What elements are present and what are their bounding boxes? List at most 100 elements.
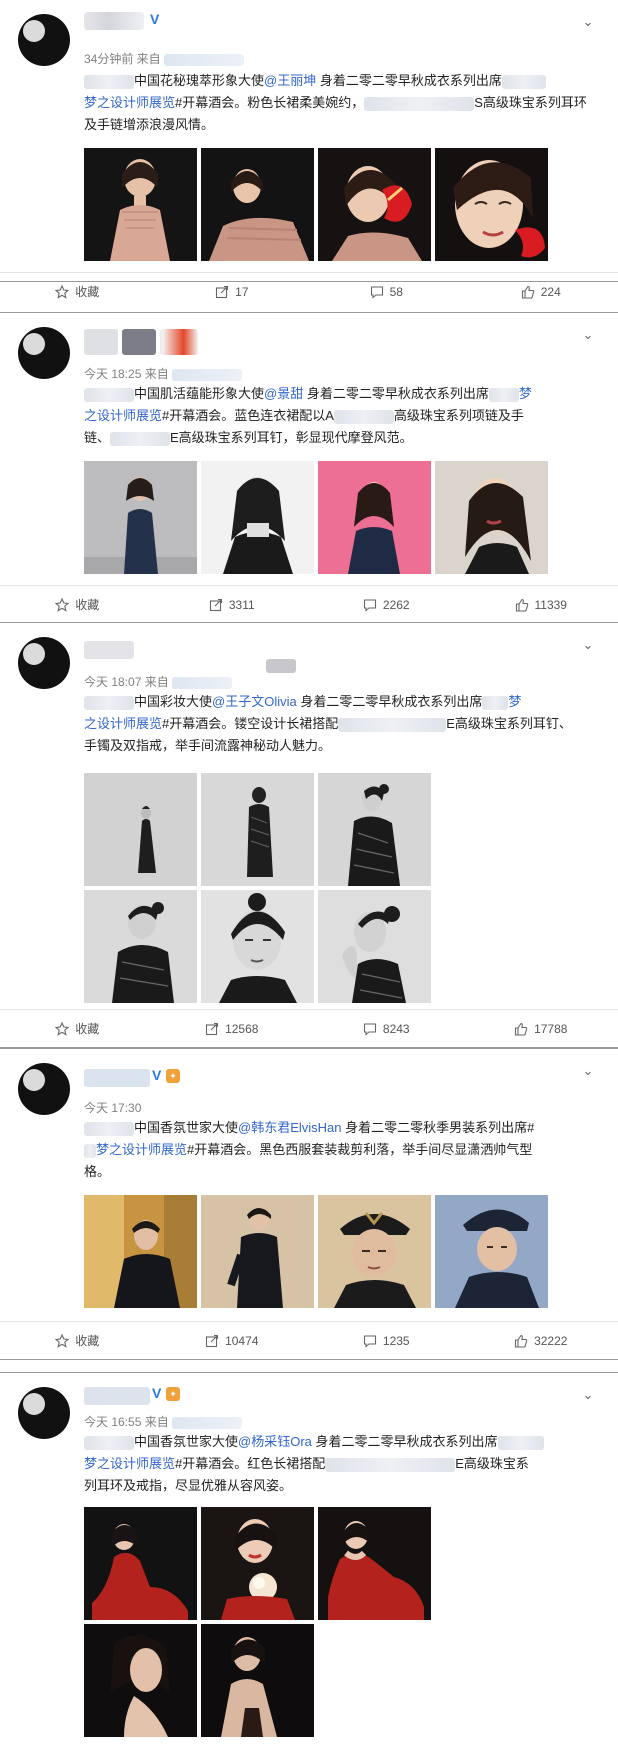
- repost-button[interactable]: 10474: [155, 1322, 310, 1359]
- username-redacted: [122, 329, 156, 355]
- photo[interactable]: [318, 148, 431, 261]
- avatar[interactable]: [18, 637, 70, 689]
- text-segment: 身着二零二零秋季男装系列出席#: [341, 1120, 535, 1135]
- photo[interactable]: [84, 1624, 197, 1737]
- feed-post-4: V ✦ ⌄ 今天 17:30 中国香氛世家大使@韩东君ElvisHan 身着二零…: [0, 1048, 618, 1360]
- photo[interactable]: [201, 148, 314, 261]
- photo[interactable]: [201, 890, 314, 1003]
- photo-grid: [84, 773, 431, 1003]
- photo[interactable]: [318, 1195, 431, 1308]
- repost-icon: [215, 285, 229, 299]
- star-icon: [55, 1021, 70, 1036]
- comment-button[interactable]: 8243: [309, 1010, 464, 1047]
- feed-post-3: ⌄ 今天 18:07 来自 中国彩妆大使@王子文Olivia 身着二零二零早秋成…: [0, 622, 618, 1048]
- favorite-button[interactable]: 收藏: [0, 1322, 155, 1359]
- like-button[interactable]: 224: [464, 273, 618, 310]
- avatar[interactable]: [18, 1063, 70, 1115]
- favorite-label: 收藏: [75, 598, 100, 612]
- photo[interactable]: [201, 773, 314, 886]
- repost-icon: [205, 1022, 219, 1036]
- comment-count: 1235: [382, 1333, 410, 1348]
- comment-button[interactable]: 58: [309, 273, 464, 310]
- favorite-label: 收藏: [75, 285, 100, 299]
- comment-icon: [363, 1022, 377, 1036]
- photo-grid: [84, 148, 548, 261]
- comment-button[interactable]: 1235: [309, 1322, 464, 1359]
- avatar[interactable]: [18, 1387, 70, 1439]
- chevron-down-icon[interactable]: ⌄: [580, 1388, 596, 1401]
- like-count: 224: [540, 284, 561, 299]
- hashtag-link[interactable]: 之设计师展览: [84, 408, 162, 423]
- photo[interactable]: [318, 1507, 431, 1620]
- action-bar: 收藏 10474 1235 32222: [0, 1321, 618, 1359]
- comment-button[interactable]: 2262: [309, 586, 464, 623]
- photo[interactable]: [84, 461, 197, 574]
- chevron-down-icon[interactable]: ⌄: [580, 638, 596, 651]
- username-redacted[interactable]: [84, 641, 134, 659]
- favorite-button[interactable]: 收藏: [0, 1010, 155, 1047]
- chevron-down-icon[interactable]: ⌄: [580, 328, 596, 341]
- mention-link[interactable]: @景甜: [264, 386, 303, 401]
- repost-button[interactable]: 3311: [155, 586, 310, 623]
- mention-link[interactable]: @王丽坤: [264, 73, 316, 88]
- photo[interactable]: [435, 148, 548, 261]
- post-text: 中国彩妆大使@王子文Olivia 身着二零二零早秋成衣系列出席 梦之设计师展览#开…: [84, 691, 596, 757]
- avatar[interactable]: [18, 327, 70, 379]
- avatar[interactable]: [18, 14, 70, 66]
- text-segment: 身着二零二零早秋成衣系列出席: [303, 386, 489, 401]
- timestamp: 今天 18:25 来自: [84, 367, 169, 381]
- hashtag-link[interactable]: 梦之设计师展览: [84, 95, 175, 110]
- hashtag-link[interactable]: 梦之设计师展览: [96, 1142, 187, 1157]
- hashtag-link[interactable]: 梦: [508, 694, 521, 709]
- hashtag-link[interactable]: 梦: [519, 386, 532, 401]
- chevron-down-icon[interactable]: ⌄: [580, 15, 596, 28]
- photo[interactable]: [201, 461, 314, 574]
- repost-count: 17: [235, 284, 249, 299]
- photo[interactable]: [435, 1195, 548, 1308]
- post-time: 34分钟前 来自: [84, 50, 245, 67]
- like-button[interactable]: 32222: [464, 1322, 618, 1359]
- repost-count: 12568: [225, 1021, 259, 1036]
- username-redacted[interactable]: [84, 1069, 150, 1087]
- like-button[interactable]: 17788: [464, 1010, 618, 1047]
- photo[interactable]: [318, 890, 431, 1003]
- username-redacted[interactable]: [84, 1387, 150, 1405]
- text-segment: 链、: [84, 430, 111, 445]
- photo-grid: [84, 1507, 431, 1737]
- post-text: 中国香氛世家大使@韩东君ElvisHan 身着二零二零秋季男装系列出席# 梦之设计…: [84, 1117, 596, 1183]
- repost-button[interactable]: 17: [155, 273, 310, 310]
- photo[interactable]: [84, 1507, 197, 1620]
- favorite-label: 收藏: [75, 1022, 100, 1036]
- mention-link[interactable]: @杨采钰Ora: [238, 1434, 312, 1449]
- photo[interactable]: [84, 148, 197, 261]
- username-redacted[interactable]: [84, 329, 118, 355]
- favorite-button[interactable]: 收藏: [0, 273, 155, 310]
- like-icon: [515, 598, 529, 612]
- photo[interactable]: [318, 461, 431, 574]
- photo[interactable]: [201, 1624, 314, 1737]
- mention-link[interactable]: @王子文Olivia: [212, 694, 297, 709]
- photo[interactable]: [435, 461, 548, 574]
- timestamp: 34分钟前 来自: [84, 52, 161, 66]
- photo[interactable]: [201, 1507, 314, 1620]
- timestamp: 今天 18:07 来自: [84, 675, 169, 689]
- like-button[interactable]: 11339: [464, 586, 618, 623]
- photo[interactable]: [84, 890, 197, 1003]
- username-redacted[interactable]: [84, 12, 144, 30]
- text-segment: 列耳环及戒指，尽显优雅从容风姿。: [84, 1478, 293, 1493]
- photo[interactable]: [201, 1195, 314, 1308]
- text-segment: 身着二零二零早秋成衣系列出席: [316, 73, 502, 88]
- photo[interactable]: [318, 773, 431, 886]
- photo[interactable]: [84, 1195, 197, 1308]
- hashtag-link[interactable]: 梦之设计师展览: [84, 1456, 175, 1471]
- repost-button[interactable]: 12568: [155, 1010, 310, 1047]
- post-text: 中国花秘瑰萃形象大使@王丽坤 身着二零二零早秋成衣系列出席 梦之设计师展览#开幕酒…: [84, 70, 596, 136]
- photo[interactable]: [84, 773, 197, 886]
- mention-link[interactable]: @韩东君ElvisHan: [238, 1120, 342, 1135]
- username-redacted: [162, 329, 198, 355]
- favorite-label: 收藏: [75, 1334, 100, 1348]
- hashtag-link[interactable]: 之设计师展览: [84, 716, 162, 731]
- comment-icon: [370, 285, 384, 299]
- chevron-down-icon[interactable]: ⌄: [580, 1064, 596, 1077]
- favorite-button[interactable]: 收藏: [0, 586, 155, 623]
